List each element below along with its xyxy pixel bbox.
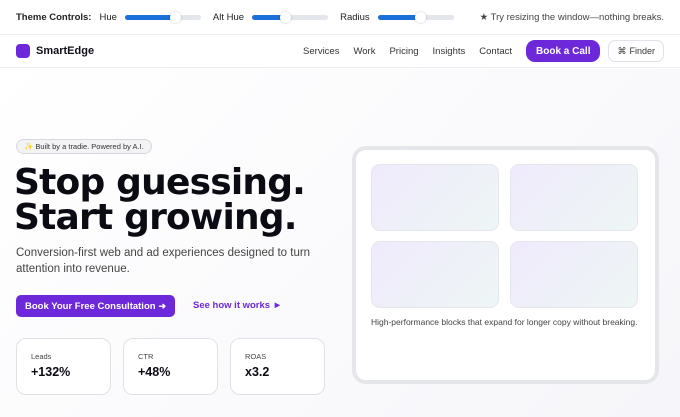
command-icon: ⌘ xyxy=(617,45,627,56)
headline-line-1: Stop guessing. xyxy=(14,162,306,203)
hero-headline: Stop guessing. Start growing. xyxy=(14,162,306,238)
stat-card-roas: ROAS x3.2 xyxy=(230,338,325,395)
site-header: SmartEdge Services Work Pricing Insights… xyxy=(0,34,680,68)
headline-line-2: Start growing. xyxy=(14,197,297,238)
stat-value: +132% xyxy=(31,365,71,379)
brand-logo-icon xyxy=(16,44,30,58)
nav-link-contact[interactable]: Contact xyxy=(479,46,512,57)
stat-card-leads: Leads +132% xyxy=(16,338,111,395)
hue-slider[interactable] xyxy=(124,11,201,23)
hue-slider-fill xyxy=(124,14,173,20)
brand-name: SmartEdge xyxy=(36,45,95,57)
stats-row: Leads +132% CTR +48% ROAS x3.2 xyxy=(16,338,337,395)
hue-label: Hue xyxy=(99,11,117,23)
radius-slider[interactable] xyxy=(377,11,454,23)
hero-section: ✨ Built by a tradie. Powered by A.I. Sto… xyxy=(0,69,680,417)
alt-hue-slider-knob[interactable] xyxy=(280,11,292,23)
see-how-it-works-link[interactable]: See how it works ► xyxy=(193,300,282,311)
stat-label: CTR xyxy=(138,352,154,361)
nav-link-pricing[interactable]: Pricing xyxy=(389,46,418,57)
main-nav: Services Work Pricing Insights Contact B… xyxy=(303,40,664,62)
radius-slider-knob[interactable] xyxy=(415,11,427,23)
preview-tile xyxy=(371,241,499,308)
preview-tile xyxy=(510,164,638,231)
hero-subtitle: Conversion-first web and ad experiences … xyxy=(16,247,311,275)
preview-caption: High-performance blocks that expand for … xyxy=(371,317,638,327)
alt-hue-control: Alt Hue xyxy=(212,11,329,23)
stat-value: +48% xyxy=(138,365,171,379)
finder-label: Finder xyxy=(629,46,655,56)
free-consultation-button[interactable]: Book Your Free Consultation ➜ xyxy=(16,295,176,317)
nav-link-work[interactable]: Work xyxy=(353,46,375,57)
preview-tile xyxy=(371,164,499,231)
hue-slider-knob[interactable] xyxy=(170,11,182,23)
theme-controls-bar: Theme Controls: Hue Alt Hue Radius ★ Try… xyxy=(0,0,680,34)
finder-button[interactable]: ⌘ Finder xyxy=(608,40,664,62)
book-call-button[interactable]: Book a Call xyxy=(526,40,601,62)
nav-link-services[interactable]: Services xyxy=(303,46,339,57)
radius-slider-fill xyxy=(377,14,418,20)
stat-label: ROAS xyxy=(245,352,267,361)
tagline-badge: ✨ Built by a tradie. Powered by A.I. xyxy=(16,139,152,154)
preview-panel: High-performance blocks that expand for … xyxy=(352,146,659,384)
resize-hint: ★ Try resizing the window—nothing breaks… xyxy=(479,11,664,23)
alt-hue-label: Alt Hue xyxy=(212,11,245,23)
stat-value: x3.2 xyxy=(245,365,270,379)
stat-card-ctr: CTR +48% xyxy=(123,338,218,395)
preview-tile xyxy=(510,241,638,308)
nav-link-insights[interactable]: Insights xyxy=(433,46,466,57)
brand[interactable]: SmartEdge xyxy=(16,44,94,58)
stat-label: Leads xyxy=(31,352,52,361)
arrow-right-icon: ➜ xyxy=(158,300,167,311)
radius-label: Radius xyxy=(340,11,370,23)
alt-hue-slider[interactable] xyxy=(252,11,329,23)
hue-control: Hue xyxy=(99,11,201,23)
free-consultation-label: Book Your Free Consultation xyxy=(25,300,156,312)
theme-controls-title: Theme Controls: xyxy=(16,11,92,23)
radius-control: Radius xyxy=(340,11,454,23)
alt-hue-slider-fill xyxy=(252,14,283,20)
